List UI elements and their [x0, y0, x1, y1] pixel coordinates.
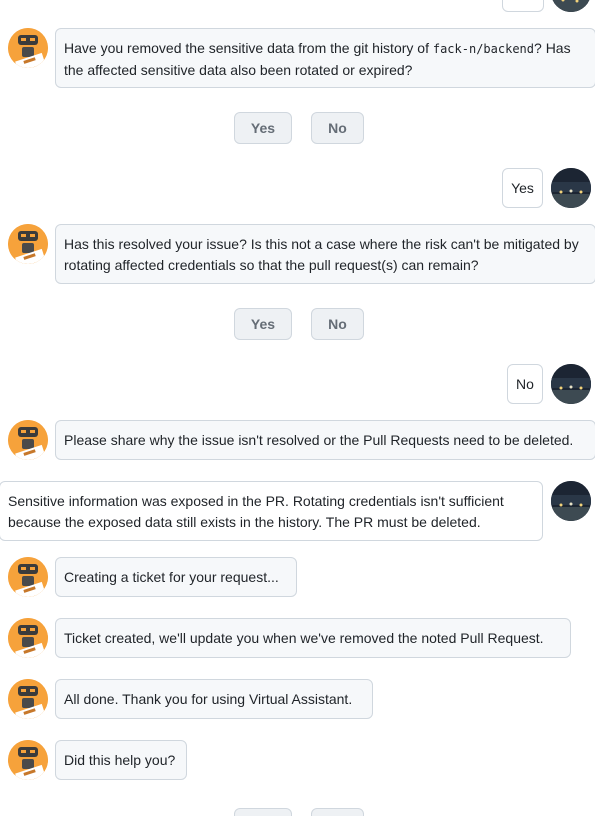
message-text: Please share why the issue isn't resolve… — [64, 432, 574, 448]
bot-avatar — [8, 420, 48, 460]
bot-message: Creating a ticket for your request... — [55, 557, 297, 597]
user-message: Sensitive information was exposed in the… — [0, 481, 543, 541]
message-text: Creating a ticket for your request... — [64, 569, 279, 585]
bot-avatar — [8, 679, 48, 719]
bot-message: All done. Thank you for using Virtual As… — [55, 679, 373, 719]
message-text: Sensitive information was exposed in the… — [8, 493, 504, 530]
bot-avatar — [8, 740, 48, 780]
user-avatar — [551, 481, 591, 521]
user-message-cutoff — [502, 0, 544, 12]
no-button[interactable]: No — [311, 112, 364, 144]
robot-icon — [8, 740, 48, 780]
message-text: No — [516, 376, 534, 392]
robot-icon — [8, 618, 48, 658]
robot-icon — [8, 679, 48, 719]
message-text: Ticket created, we'll update you when we… — [64, 630, 544, 646]
user-avatar — [551, 168, 591, 208]
robot-icon — [8, 557, 48, 597]
no-button-partial[interactable] — [311, 808, 364, 816]
yes-button[interactable]: Yes — [234, 112, 292, 144]
yes-button-partial[interactable] — [234, 808, 292, 816]
bot-avatar — [8, 618, 48, 658]
bot-message: Ticket created, we'll update you when we… — [55, 618, 571, 658]
robot-icon — [8, 420, 48, 460]
bot-avatar — [8, 557, 48, 597]
bot-message: Have you removed the sensitive data from… — [55, 28, 595, 88]
bot-message: Did this help you? — [55, 740, 187, 780]
no-button[interactable]: No — [311, 308, 364, 340]
repo-name: fack-n/backend — [432, 42, 535, 56]
message-text: Yes — [511, 180, 534, 196]
bot-message: Please share why the issue isn't resolve… — [55, 420, 595, 460]
bot-avatar — [8, 28, 48, 68]
user-message: Yes — [502, 168, 543, 208]
user-avatar — [551, 364, 591, 404]
robot-icon — [8, 28, 48, 68]
user-avatar — [551, 0, 591, 12]
bot-avatar — [8, 224, 48, 264]
user-message: No — [507, 364, 543, 404]
yes-button[interactable]: Yes — [234, 308, 292, 340]
message-text: All done. Thank you for using Virtual As… — [64, 691, 353, 707]
robot-icon — [8, 224, 48, 264]
message-text: Did this help you? — [64, 752, 176, 768]
message-text: Has this resolved your issue? Is this no… — [64, 236, 579, 273]
bot-message: Has this resolved your issue? Is this no… — [55, 224, 595, 284]
message-text: Have you removed the sensitive data from… — [64, 40, 433, 56]
